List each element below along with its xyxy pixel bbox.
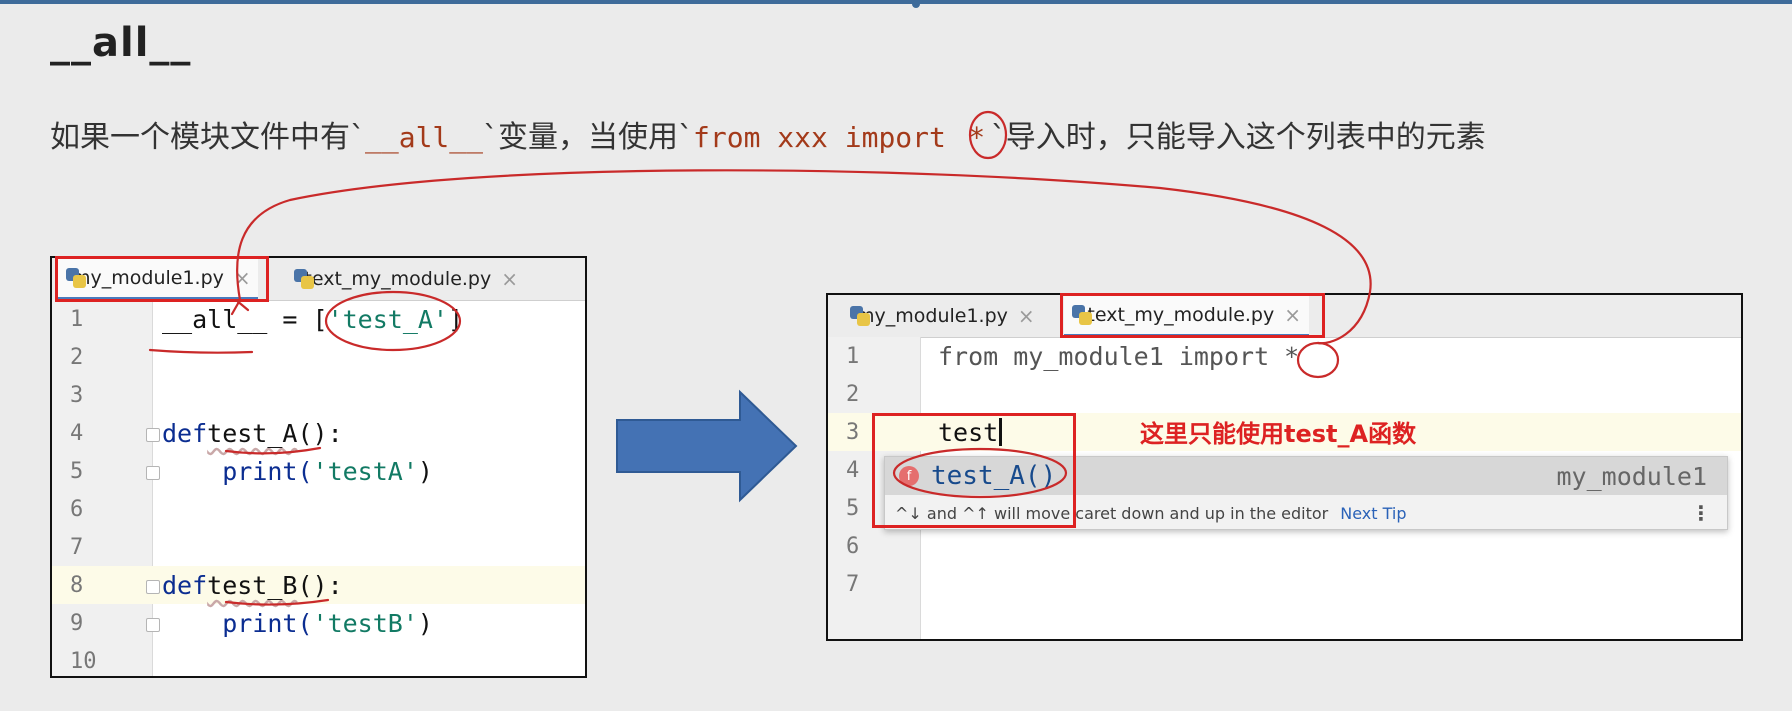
arrowhead-stroke [230, 298, 250, 316]
underline-test-b [224, 598, 330, 606]
underline-test-a [224, 446, 322, 455]
underline-all [148, 348, 254, 354]
annotation-overlay [148, 110, 1372, 606]
star-circle [968, 110, 1008, 160]
import-star-circle [1296, 341, 1340, 379]
connector-curve [236, 169, 1372, 345]
suggestion-circle [892, 447, 1068, 499]
string-circle [324, 290, 462, 352]
right-arrow-icon [616, 389, 798, 503]
